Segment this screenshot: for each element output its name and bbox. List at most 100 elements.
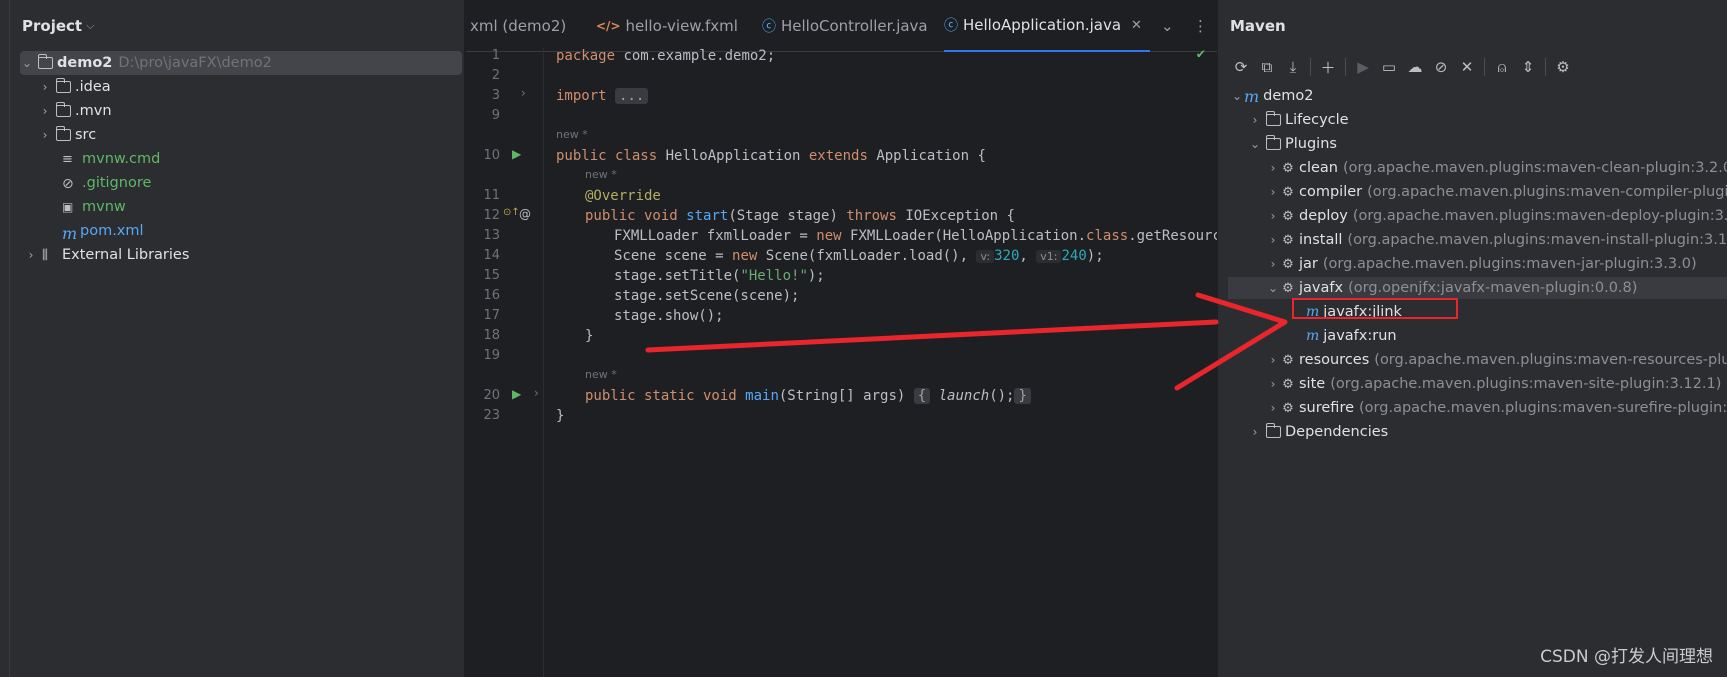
tab-hello-controller[interactable]: ⓒ HelloController.java [762,0,928,52]
maven-root-demo2[interactable]: ⌄ m demo2 [1230,85,1314,107]
maven-plugin-clean[interactable]: › ⚙ clean (org.apache.maven.plugins:maven-… [1266,157,1727,179]
tab-pom-xml[interactable]: xml (demo2) [470,0,566,52]
collapse-arrow-icon[interactable]: › [24,248,38,262]
line-number: 16 [483,288,500,303]
plugin-name: surefire [1299,400,1355,416]
expand-arrow-icon[interactable]: ⌄ [1266,281,1280,295]
maven-dependencies[interactable]: › Dependencies [1248,421,1388,443]
maven-plugin-resources[interactable]: › ⚙ resources (org.apache.maven.plugins:ma… [1266,349,1727,371]
download-icon[interactable]: ⤓ [1280,55,1306,79]
collapse-all-icon[interactable]: ✕ [1454,55,1480,79]
tree-item-mvn[interactable]: › .mvn [38,99,112,123]
expand-arrow-icon[interactable]: ⌄ [1248,137,1262,151]
offline-mode-icon[interactable]: ☁ [1402,55,1428,79]
code-token: com.example.demo2; [615,48,776,64]
code-token: main [745,388,779,404]
collapse-arrow-icon[interactable]: › [1266,185,1280,199]
line-number: 10 [483,148,500,163]
expand-all-icon[interactable]: ⇕ [1515,55,1541,79]
folded-brace[interactable]: } [1014,388,1031,404]
more-vertical-icon[interactable]: ⋮ [1193,17,1208,35]
reload-icon[interactable]: ⟳ [1228,55,1254,79]
expand-arrow-icon[interactable]: ⌄ [20,56,34,70]
code-token: FXMLLoader fxmlLoader = [614,228,817,244]
folded-imports[interactable]: ... [615,88,649,104]
code-area[interactable]: ✔ package com.example.demo2; import ... … [544,46,1253,677]
maven-plugin-deploy[interactable]: › ⚙ deploy (org.apache.maven.plugins:maven… [1266,205,1727,227]
tab-more-menu[interactable]: ⋮ [1193,0,1208,52]
maven-plugin-install[interactable]: › ⚙ install (org.apache.maven.plugins:mave… [1266,229,1727,251]
maven-plugin-site[interactable]: › ⚙ site (org.apache.maven.plugins:maven-s… [1266,373,1722,395]
collapse-arrow-icon[interactable]: › [1248,113,1262,127]
tree-item-external-libraries[interactable]: › ⫼ External Libraries [24,243,190,267]
code-line-11: @Override [585,188,661,204]
code-token: import [556,88,607,104]
collapse-arrow-icon[interactable]: › [38,128,52,142]
tree-item-gitignore[interactable]: ⊘ .gitignore [58,171,151,195]
expand-arrow-icon[interactable]: ⌄ [1230,89,1244,103]
maven-goal-run[interactable]: m javafx:run [1306,325,1397,347]
collapse-arrow-icon[interactable]: › [38,80,52,94]
inspection-ok-icon[interactable]: ✔ [1197,46,1205,62]
collapse-arrow-icon[interactable]: › [1266,233,1280,247]
tree-item-label: .gitignore [82,175,152,191]
collapse-arrow-icon[interactable]: › [1248,425,1262,439]
tree-item-mvnw[interactable]: ▣ mvnw [58,195,126,219]
override-icon[interactable]: ⊙↑ [503,207,520,218]
class-icon: ⓒ [762,19,776,35]
tree-item-idea[interactable]: › .idea [38,75,111,99]
collapse-arrow-icon[interactable]: › [1266,161,1280,175]
collapse-arrow-icon[interactable]: › [1266,353,1280,367]
maven-plugin-javafx[interactable]: ⌄ ⚙ javafx (org.openjfx:javafx-maven-plugi… [1228,277,1727,299]
tree-item-demo2[interactable]: ⌄ demo2 D:\pro\javaFX\demo2 [20,51,462,75]
highlight-box [1292,298,1458,319]
collapse-arrow-icon[interactable]: › [1266,257,1280,271]
maven-plugin-compiler[interactable]: › ⚙ compiler (org.apache.maven.plugins:mav… [1266,181,1727,203]
maven-lifecycle[interactable]: › Lifecycle [1248,109,1349,131]
run-icon[interactable]: ▶ [512,147,521,161]
collapse-arrow-icon[interactable]: › [1266,209,1280,223]
author-hint: new * [585,368,617,381]
skip-tests-icon[interactable]: ⊘ [1428,55,1454,79]
code-token: new [816,228,842,244]
collapse-arrow-icon[interactable]: › [1266,377,1280,391]
gear-icon[interactable]: ⚙ [1550,55,1576,79]
tab-hello-application[interactable]: ⓒ HelloApplication.java ✕ [944,0,1150,52]
plugin-name: jar [1299,256,1318,272]
plugin-coordinates: (org.apache.maven.plugins:maven-clean-pl… [1343,160,1727,176]
plugin-name: resources [1299,352,1370,368]
line-number: 1 [491,48,500,63]
add-icon[interactable]: ＋ [1315,55,1341,79]
execute-goal-icon[interactable]: ▭ [1376,55,1402,79]
plugin-gear-icon: ⚙ [1282,352,1294,368]
class-icon: ⓒ [944,18,958,34]
tree-item-mvnw-cmd[interactable]: ≡ mvnw.cmd [58,147,160,171]
maven-plugin-jar[interactable]: › ⚙ jar (org.apache.maven.plugins:maven-ja… [1266,253,1697,275]
run-icon[interactable]: ▶ [512,387,521,401]
run-icon[interactable]: ▶ [1350,55,1376,79]
show-dependencies-icon[interactable]: ⍝ [1489,55,1515,79]
folded-brace[interactable]: { [913,388,931,404]
code-token: "Hello!" [740,268,808,284]
tab-list-dropdown[interactable]: ⌄ [1161,0,1174,52]
tree-item-src[interactable]: › src [38,123,96,147]
tree-item-pom[interactable]: m pom.xml [58,219,144,243]
maven-plugins[interactable]: ⌄ Plugins [1248,133,1337,155]
author-hint: new * [556,128,588,141]
maven-plugin-surefire[interactable]: › ⚙ surefire (org.apache.maven.plugins:mav… [1266,397,1727,419]
xml-file-icon: </> [596,19,621,33]
chevron-down-icon[interactable]: ⌵ [86,19,94,33]
collapse-arrow-icon[interactable]: › [38,104,52,118]
line-number: 2 [491,68,500,83]
chevron-down-icon[interactable]: ⌄ [1161,17,1174,35]
project-panel-header[interactable]: Project ⌵ [10,0,464,52]
fold-icon[interactable]: › [521,86,526,100]
code-token: Scene scene = [614,248,733,264]
collapse-arrow-icon[interactable]: › [1266,401,1280,415]
plugin-coordinates: (org.apache.maven.plugins:maven-resource… [1374,352,1727,368]
generate-sources-icon[interactable]: ⧉ [1254,55,1280,79]
fold-icon[interactable]: › [534,386,539,400]
tab-hello-view-fxml[interactable]: </> hello-view.fxml [596,0,738,52]
plugin-coordinates: (org.apache.maven.plugins:maven-jar-plug… [1322,256,1697,272]
close-icon[interactable]: ✕ [1131,18,1142,33]
